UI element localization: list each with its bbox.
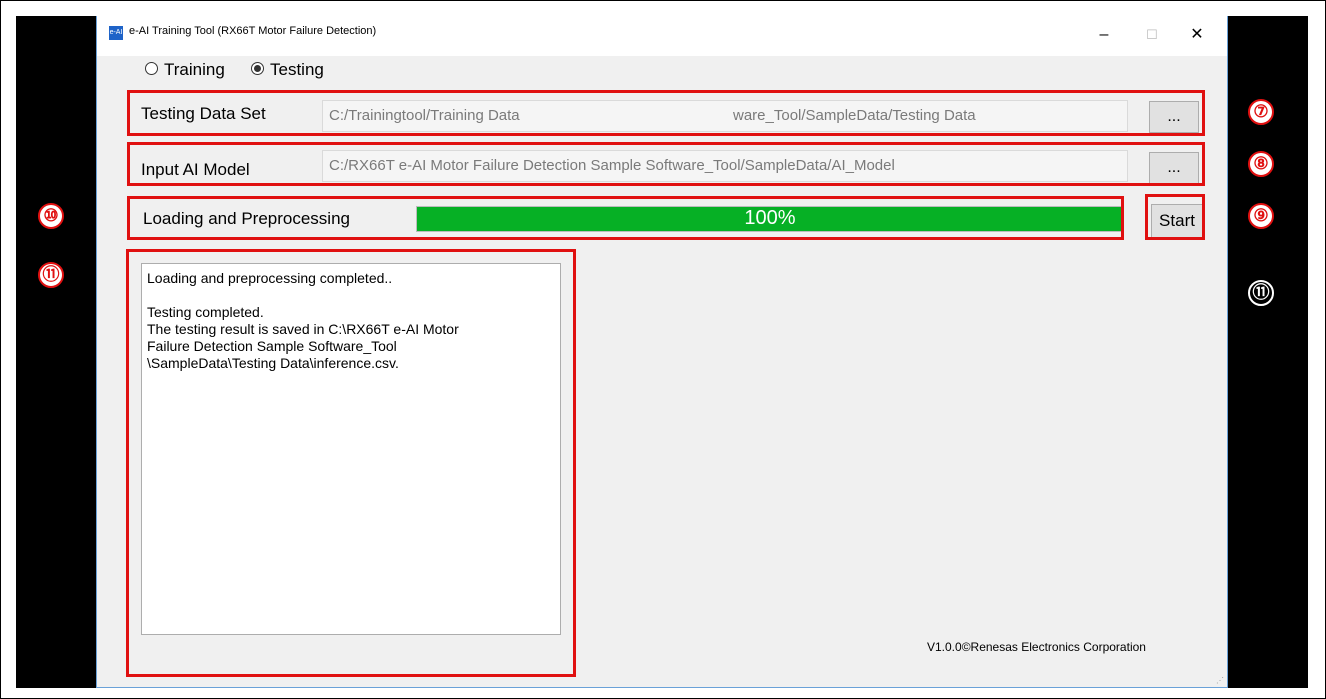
log-line: Failure Detection Sample Software_Tool [147,338,397,354]
start-button[interactable]: Start [1151,204,1203,238]
title-bar: e-AI e-AI Training Tool (RX66T Motor Fai… [97,16,1227,56]
resize-grip-icon[interactable]: ⋰ [1216,676,1224,685]
radio-unchecked-icon [145,62,158,76]
log-line: The testing result is saved in C:\RX66T … [147,321,459,337]
testing-data-set-label: Testing Data Set [141,104,266,123]
close-button[interactable]: ✕ [1182,20,1212,50]
testing-data-browse-button[interactable]: ... [1149,101,1199,133]
annotation-badge-9: ⑨ [1248,203,1274,229]
radio-training-label: Training [164,60,225,79]
progress-label: Loading and Preprocessing [143,209,350,228]
ai-model-browse-button[interactable]: ... [1149,152,1199,184]
app-icon: e-AI [109,26,123,40]
minimize-button[interactable]: – [1089,20,1119,50]
radio-checked-icon [251,62,264,76]
version-text: V1.0.0©Renesas Electronics Corporation [927,640,1146,654]
input-ai-model-field[interactable]: C:/RX66T e-AI Motor Failure Detection Sa… [322,150,1128,182]
window-title: e-AI Training Tool (RX66T Motor Failure … [129,25,377,37]
log-line: Testing completed. [147,304,264,320]
testing-data-set-field[interactable]: C:/Trainingtool/Training Data ware_Tool/… [322,100,1128,132]
annotation-badge-11-right: ⑪ [1248,280,1274,306]
radio-testing[interactable]: Testing [251,60,324,80]
testing-data-set-value-left: C:/Trainingtool/Training Data [329,107,520,124]
testing-data-set-value-right: ware_Tool/SampleData/Testing Data [733,107,976,124]
progress-bar: 100% [416,206,1124,232]
progress-percent: 100% [744,207,796,229]
annotation-badge-8: ⑧ [1248,151,1274,177]
maximize-button[interactable]: ☐ [1137,20,1167,50]
radio-training[interactable]: Training [145,60,225,80]
app-window: e-AI e-AI Training Tool (RX66T Motor Fai… [96,16,1228,688]
radio-testing-label: Testing [270,60,324,79]
log-line: Loading and preprocessing completed.. [147,270,393,286]
left-black-margin [16,16,96,688]
input-ai-model-label: Input AI Model [141,160,250,179]
log-output[interactable]: Loading and preprocessing completed.. Tes… [141,263,561,635]
annotation-badge-11-left: ⑪ [38,262,64,288]
annotation-badge-7: ⑦ [1248,99,1274,125]
log-line: \SampleData\Testing Data\inference.csv. [147,355,399,371]
annotation-badge-10: ⑩ [38,203,64,229]
